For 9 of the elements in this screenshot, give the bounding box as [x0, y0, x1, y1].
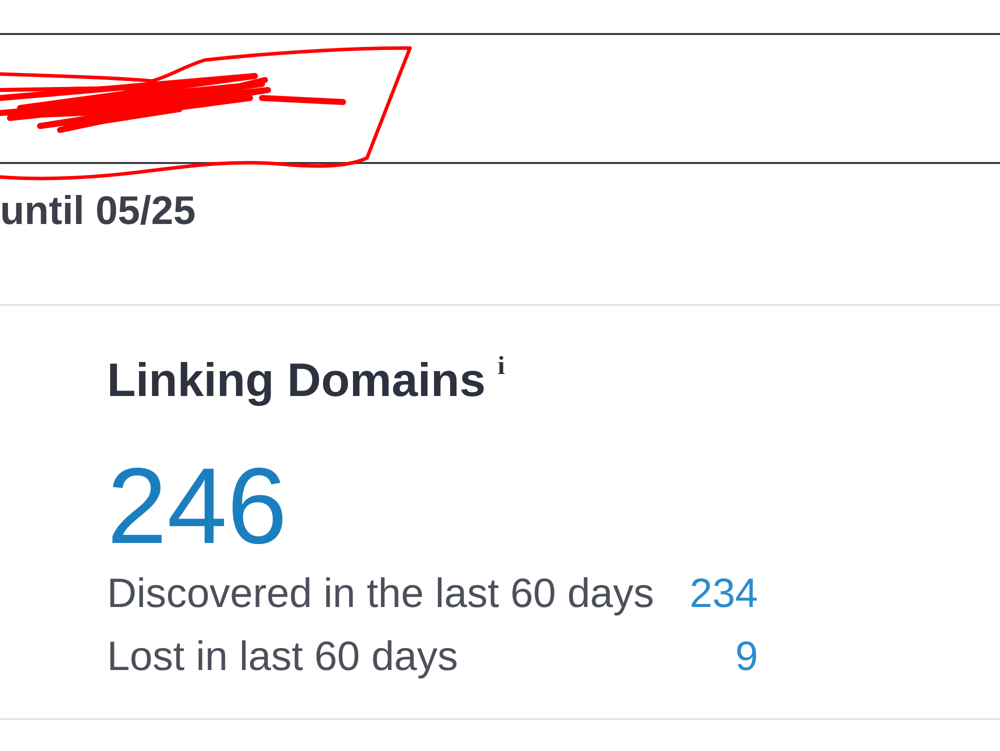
input-field[interactable] — [0, 33, 1000, 164]
info-icon[interactable]: i — [498, 354, 505, 378]
stat-label: Discovered in the last 60 days — [107, 569, 655, 618]
stat-value: 9 — [735, 632, 758, 681]
card-title: Linking Domains — [107, 352, 486, 408]
date-note: until 05/25 — [0, 188, 197, 235]
stat-value: 234 — [690, 569, 758, 618]
metric-value: 246 — [107, 452, 288, 560]
stat-label: Lost in last 60 days — [107, 632, 459, 681]
